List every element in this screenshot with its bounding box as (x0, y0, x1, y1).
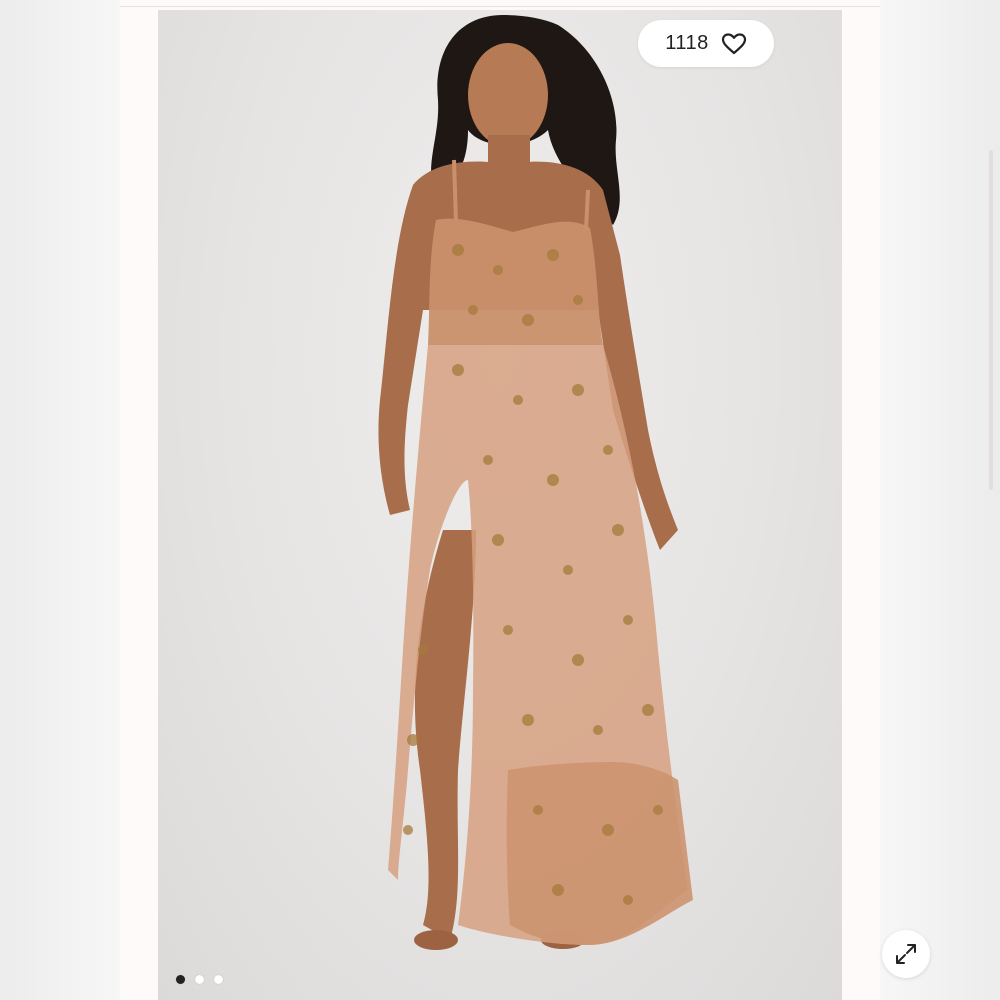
like-button[interactable]: 1118 (638, 20, 774, 67)
model-illustration (378, 15, 693, 950)
foot-left-shape (414, 930, 458, 950)
dress-bodice-shape (428, 218, 603, 345)
face-shape (468, 43, 548, 147)
listing-frame: 1118 (120, 0, 993, 1000)
carousel-dot-3[interactable] (214, 975, 223, 984)
right-backdrop (880, 0, 1000, 1000)
dress-ruffle-shape (506, 762, 693, 945)
strap-left (452, 159, 458, 223)
carousel-dot-2[interactable] (195, 975, 204, 984)
strap-right (584, 189, 590, 231)
scrollbar[interactable] (989, 150, 993, 490)
expand-icon (896, 944, 916, 964)
product-photo[interactable]: 1118 (158, 10, 842, 1000)
left-backdrop (0, 0, 120, 1000)
like-count: 1118 (665, 32, 709, 54)
top-divider (120, 6, 880, 7)
expand-button[interactable] (882, 930, 930, 978)
heart-icon (721, 32, 746, 54)
carousel-dot-1[interactable] (176, 975, 185, 984)
carousel-indicator (176, 975, 223, 984)
